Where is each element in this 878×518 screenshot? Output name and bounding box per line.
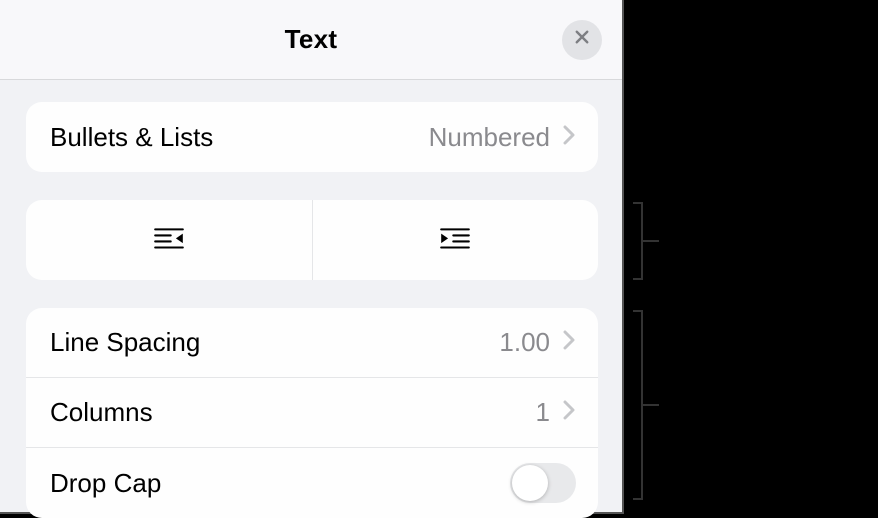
drop-cap-row: Drop Cap: [26, 448, 598, 518]
indent-group: [26, 200, 598, 280]
panel-title: Text: [285, 24, 338, 55]
bullets-row[interactable]: Bullets & Lists Numbered: [26, 102, 598, 172]
text-panel: Text Bullets & Lists Numbered: [0, 0, 624, 514]
columns-label: Columns: [50, 397, 536, 428]
bracket-indent-annotation: [629, 202, 643, 280]
close-icon: [573, 28, 591, 51]
line-spacing-value: 1.00: [499, 327, 550, 358]
drop-cap-label: Drop Cap: [50, 468, 510, 499]
panel-content: Bullets & Lists Numbered: [0, 80, 622, 518]
bullets-label: Bullets & Lists: [50, 122, 429, 153]
chevron-right-icon: [562, 330, 576, 355]
annotations-area: [624, 0, 878, 514]
columns-value: 1: [536, 397, 550, 428]
bracket-spacing-annotation: [629, 310, 643, 500]
indent-icon: [436, 224, 474, 257]
outdent-icon: [150, 224, 188, 257]
chevron-right-icon: [562, 125, 576, 150]
panel-header: Text: [0, 0, 622, 80]
indent-button[interactable]: [313, 200, 599, 280]
chevron-right-icon: [562, 400, 576, 425]
toggle-knob: [512, 465, 548, 501]
bullets-group: Bullets & Lists Numbered: [26, 102, 598, 172]
line-spacing-row[interactable]: Line Spacing 1.00: [26, 308, 598, 378]
spacing-group: Line Spacing 1.00 Columns 1 Drop Cap: [26, 308, 598, 518]
drop-cap-toggle[interactable]: [510, 463, 576, 503]
bullets-value: Numbered: [429, 122, 550, 153]
close-button[interactable]: [562, 20, 602, 60]
line-spacing-label: Line Spacing: [50, 327, 499, 358]
outdent-button[interactable]: [26, 200, 313, 280]
columns-row[interactable]: Columns 1: [26, 378, 598, 448]
